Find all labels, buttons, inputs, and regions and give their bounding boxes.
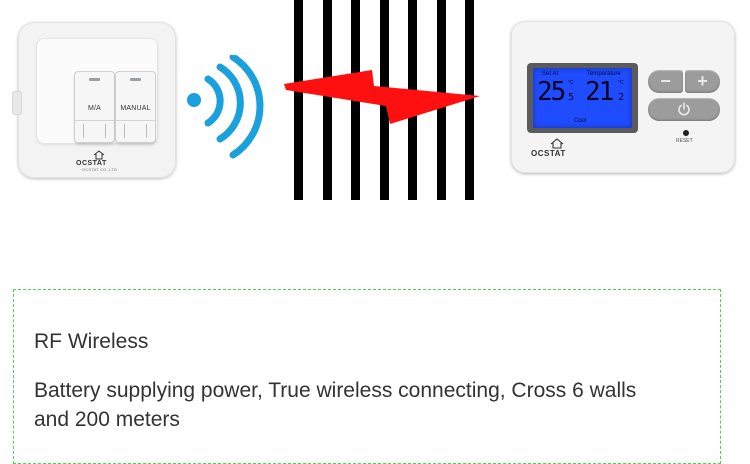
lcd-screen: Set At Temperature 25 °C 5 21 °C 2 Cool <box>533 68 632 128</box>
ma-switch-label: M/A <box>87 105 102 112</box>
set-unit: °C <box>568 80 574 86</box>
feature-box: RF Wireless Battery supplying power, Tru… <box>13 289 721 464</box>
power-button[interactable] <box>648 98 720 121</box>
receiver-brand: OCSTAT OCSTAT CO.,LTD <box>76 160 117 172</box>
switch-tick <box>146 124 147 138</box>
manual-led <box>130 78 141 81</box>
current-temperature-decimal: 2 <box>618 92 625 103</box>
lightning-bolt-icon <box>284 70 480 124</box>
receiver-brand-text: OCSTAT <box>76 160 107 167</box>
switch-tick <box>124 124 125 138</box>
thermostat-buttons: − + <box>648 70 720 122</box>
temp-unit: °C <box>618 80 624 86</box>
power-icon <box>678 102 690 116</box>
set-temperature-value: 25 <box>537 77 566 107</box>
ma-switch[interactable]: M/A <box>75 72 114 142</box>
switch-divider <box>75 120 114 121</box>
receiver-side-tab <box>13 92 21 114</box>
reset-button[interactable] <box>683 130 689 136</box>
thermostat-brand: OCSTAT <box>531 149 566 158</box>
wireless-signal-icon <box>187 55 264 159</box>
set-temperature-decimal: 5 <box>568 92 575 103</box>
manual-switch-label: MANUAL <box>120 105 151 112</box>
house-logo-icon <box>93 150 105 160</box>
switch-tick <box>105 124 106 138</box>
feature-description: Battery supplying power, True wireless c… <box>34 379 637 431</box>
manual-switch[interactable]: MANUAL <box>116 72 155 142</box>
thermostat-device: Set At Temperature 25 °C 5 21 °C 2 Cool … <box>511 21 735 173</box>
reset-label: RESET <box>676 138 693 144</box>
house-logo-icon <box>550 138 564 149</box>
switch-tick <box>83 124 84 138</box>
lcd-frame: Set At Temperature 25 °C 5 21 °C 2 Cool <box>527 63 638 133</box>
ma-led <box>89 78 100 81</box>
mode-indicator: Cool <box>574 118 587 124</box>
receiver-device: M/A MANUAL OCSTAT OCSTAT CO.,LTD <box>13 22 176 178</box>
switch-divider <box>116 120 155 121</box>
receiver-brand-subtext: OCSTAT CO.,LTD <box>82 167 117 172</box>
plus-button[interactable]: + <box>685 70 720 93</box>
minus-button[interactable]: − <box>648 70 683 93</box>
feature-title: RF Wireless <box>34 330 149 353</box>
current-temperature-value: 21 <box>585 77 614 107</box>
